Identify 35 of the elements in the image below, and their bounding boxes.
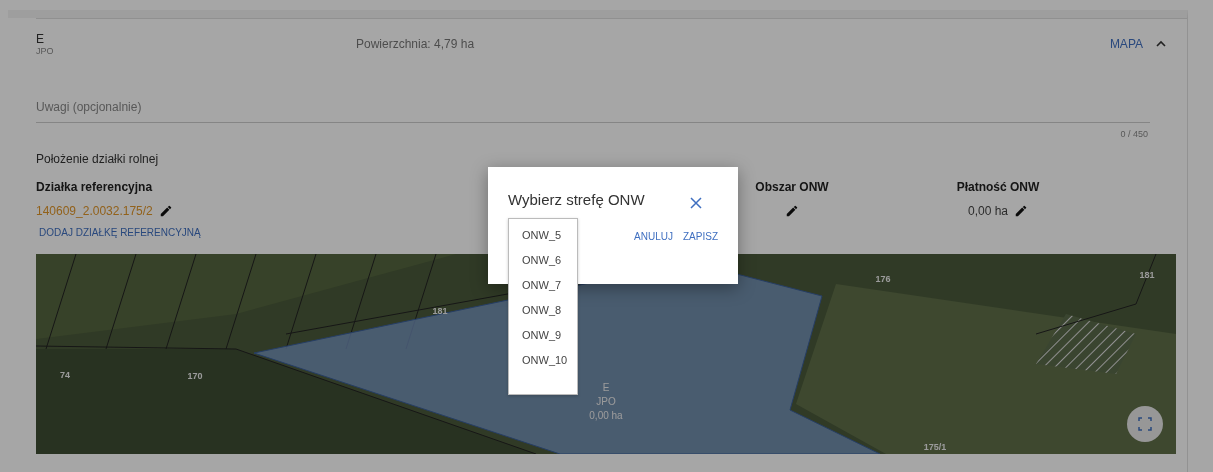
dropdown-option[interactable]: ONW_8 xyxy=(509,303,577,328)
fullscreen-button[interactable] xyxy=(1127,406,1163,442)
parcel-number: 181 xyxy=(432,306,448,316)
section-heading: Położenie działki rolnej xyxy=(36,152,160,166)
remarks-field[interactable]: Uwagi (opcjonalnie) xyxy=(36,99,1150,123)
value-text: 0,00 ha xyxy=(967,204,1008,218)
dialog-button[interactable]: ZAPISZ xyxy=(683,231,718,242)
parcel-number: 181 xyxy=(1139,270,1155,280)
parcel-name: E xyxy=(36,32,45,46)
column-heading: Płatność ONW xyxy=(956,180,1040,194)
dropdown-option[interactable]: ONW_7 xyxy=(509,278,577,303)
column-heading: Obszar ONW xyxy=(755,180,829,194)
area-text: Powierzchnia: 4,79 ha xyxy=(356,37,476,51)
pencil-icon[interactable] xyxy=(158,204,173,218)
parcel-number: 170 xyxy=(187,371,203,381)
dropdown-option[interactable]: ONW_5 xyxy=(509,228,577,253)
parcel-label: JPO xyxy=(596,396,616,407)
close-icon[interactable] xyxy=(690,197,702,209)
parcel-subname: JPO xyxy=(36,46,55,56)
dropdown-option[interactable]: ONW_10 xyxy=(509,353,577,378)
parcel-number: 176 xyxy=(875,274,891,284)
char-counter: 0 / 450 xyxy=(1119,129,1148,139)
add-parcel-link[interactable]: DODAJ DZIAŁKĘ REFERENCYJNĄ xyxy=(39,227,201,238)
map-link[interactable]: MAPA xyxy=(1109,37,1143,51)
parcel-number: 175/1 xyxy=(923,442,947,452)
dropdown-option[interactable]: ONW_9 xyxy=(509,328,577,353)
dialog-title: Wybierz strefę ONW xyxy=(508,190,645,208)
parcel-label: 0,00 ha xyxy=(589,410,623,421)
parcel-label: E xyxy=(602,382,610,393)
dropdown-option[interactable]: ONW_6 xyxy=(509,253,577,278)
parcel-number: 74 xyxy=(60,370,70,380)
column-heading: Działka referencyjna xyxy=(36,180,154,194)
pencil-icon[interactable] xyxy=(1014,204,1028,218)
pencil-icon[interactable] xyxy=(785,204,799,218)
dialog-button[interactable]: ANULUJ xyxy=(634,231,673,242)
